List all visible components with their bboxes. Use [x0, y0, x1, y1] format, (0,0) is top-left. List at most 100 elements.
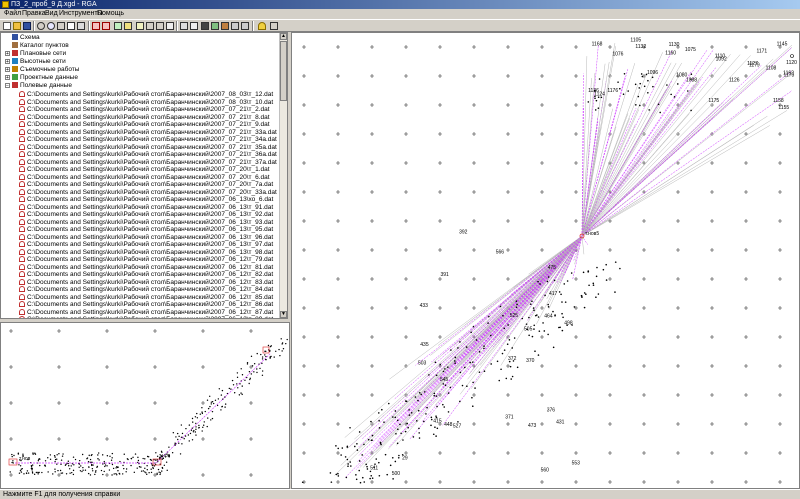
- calculator-icon[interactable]: [201, 22, 209, 30]
- document-icon[interactable]: [136, 22, 144, 30]
- grid-marker: [9, 473, 13, 477]
- survey-point: [80, 465, 82, 467]
- scroll-up-icon[interactable]: ▲: [280, 33, 287, 40]
- undo-icon[interactable]: [146, 22, 154, 30]
- survey-point: [261, 370, 264, 372]
- survey-point: [542, 322, 544, 324]
- paste-icon[interactable]: [190, 22, 198, 30]
- context-help-icon[interactable]: [270, 22, 278, 30]
- survey-point: [253, 363, 256, 365]
- survey-point: [363, 443, 365, 446]
- survey-point: [191, 417, 194, 420]
- tree-item[interactable]: Каталог пунктов: [12, 42, 69, 50]
- zoom-in-icon[interactable]: [47, 22, 55, 30]
- layers-icon[interactable]: [221, 22, 229, 30]
- expand-toggle-icon[interactable]: −: [5, 82, 10, 88]
- grid-marker: [710, 306, 714, 310]
- cut-icon[interactable]: [166, 22, 174, 30]
- survey-point: [358, 431, 361, 433]
- grid-marker: [302, 277, 306, 281]
- survey-point: [56, 458, 58, 460]
- field-file-icon: [19, 256, 25, 263]
- measure-tool-icon[interactable]: [102, 22, 110, 30]
- tree-item[interactable]: − Полевые данные: [5, 82, 72, 90]
- pan-icon[interactable]: [57, 22, 65, 30]
- scroll-thumb[interactable]: [280, 41, 287, 101]
- grid-marker: [778, 335, 782, 339]
- survey-point: [353, 445, 356, 448]
- survey-point: [117, 470, 119, 472]
- point-label: 1126: [729, 77, 740, 83]
- expand-toggle-icon[interactable]: +: [5, 50, 10, 56]
- survey-point: [147, 456, 150, 458]
- tree-item[interactable]: + Плановые сети: [5, 50, 66, 58]
- tree-item[interactable]: + Проектные данные: [5, 74, 78, 82]
- grid-marker: [153, 401, 157, 405]
- expand-toggle-icon[interactable]: +: [5, 66, 10, 72]
- survey-point: [347, 463, 349, 465]
- survey-point: [592, 284, 595, 286]
- copy-icon[interactable]: [180, 22, 188, 30]
- survey-point: [286, 338, 288, 341]
- survey-point: [111, 474, 113, 476]
- grid-marker: [778, 277, 782, 281]
- map-canvas[interactable]: 1076107510921080109611051110112711451136…: [292, 33, 799, 488]
- survey-point: [638, 87, 641, 89]
- field-file-icon: [19, 218, 25, 225]
- station-tool-icon[interactable]: [92, 22, 100, 30]
- field-file-icon: [19, 136, 25, 143]
- expand-toggle-icon[interactable]: +: [5, 58, 10, 64]
- tree-item[interactable]: + Высотные сети: [5, 58, 66, 66]
- grid-marker: [404, 161, 408, 165]
- point-label: 560: [541, 467, 550, 473]
- survey-point: [241, 374, 244, 376]
- survey-point: [430, 424, 432, 427]
- adjust-tool-icon[interactable]: [124, 22, 132, 30]
- survey-point: [358, 469, 361, 472]
- grid-marker: [608, 393, 612, 397]
- network-tool-icon[interactable]: [114, 22, 122, 30]
- expand-toggle-icon[interactable]: +: [5, 74, 10, 80]
- overview-map[interactable]: т.нов т.нов: [0, 322, 290, 489]
- survey-point: [450, 349, 452, 351]
- open-folder-icon[interactable]: [13, 22, 21, 30]
- survey-point: [196, 412, 198, 415]
- zoom-icon[interactable]: [37, 22, 45, 30]
- survey-point: [221, 405, 224, 408]
- survey-point: [592, 282, 595, 285]
- point-label: 464: [544, 313, 553, 319]
- select-icon[interactable]: [67, 22, 75, 30]
- tree-item[interactable]: + Съемочные работы: [5, 66, 79, 74]
- survey-point: [193, 429, 195, 432]
- redo-icon[interactable]: [156, 22, 164, 30]
- point-label: 391: [440, 272, 449, 278]
- survey-point: [201, 412, 204, 415]
- table-icon[interactable]: [231, 22, 239, 30]
- report-icon[interactable]: [211, 22, 219, 30]
- grid-marker: [336, 219, 340, 223]
- grid-marker: [676, 219, 680, 223]
- grid-marker: [710, 480, 714, 484]
- overview-canvas[interactable]: т.нов т.нов: [1, 323, 289, 488]
- menu-help[interactable]: Помощь: [95, 9, 126, 19]
- tree-item[interactable]: Схема: [12, 34, 40, 42]
- point-label: 371: [505, 415, 514, 421]
- survey-point: [537, 354, 540, 356]
- main-map[interactable]: 1076 1075 1092 1080 1096 1105 1110 1127 1145 1136…: [291, 32, 800, 489]
- new-file-icon[interactable]: [3, 22, 11, 30]
- field-file-icon: [19, 308, 25, 315]
- tree-file-label: C:\Documents and Settings\kurki\Рабочий …: [27, 211, 274, 218]
- survey-point: [640, 73, 643, 75]
- help-icon[interactable]: [258, 22, 266, 30]
- grid-marker: [404, 306, 408, 310]
- survey-point: [165, 461, 168, 463]
- survey-point: [68, 465, 70, 467]
- tree-scrollbar[interactable]: ▲ ▼: [279, 33, 287, 318]
- print-icon[interactable]: [241, 22, 249, 30]
- survey-point: [61, 472, 64, 474]
- scroll-down-icon[interactable]: ▼: [280, 311, 287, 318]
- save-icon[interactable]: [23, 22, 31, 30]
- fit-icon[interactable]: [77, 22, 85, 30]
- survey-point: [150, 471, 153, 474]
- point-label: 1158: [773, 98, 784, 104]
